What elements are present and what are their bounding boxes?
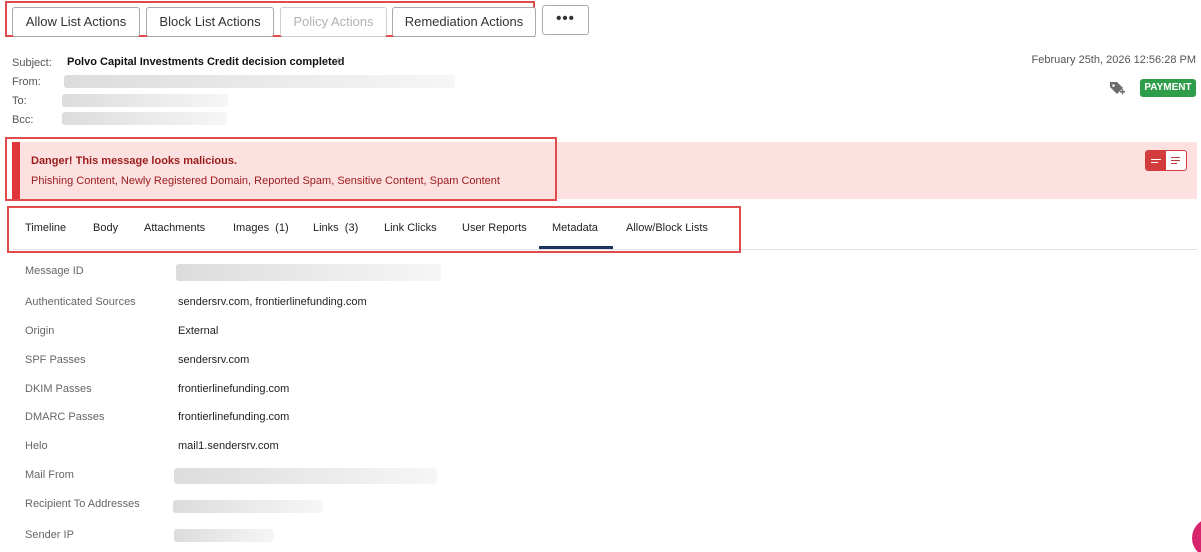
recipient-to-redacted: [173, 500, 323, 513]
received-date: February 25th, 2026 12:56:28 PM: [1031, 54, 1197, 66]
tab-link-clicks[interactable]: Link Clicks: [384, 222, 437, 234]
banner-view-toggle[interactable]: [1145, 150, 1187, 171]
dkim-label: DKIM Passes: [25, 383, 92, 395]
help-widget-button[interactable]: [1192, 518, 1201, 552]
mail-from-redacted: [174, 468, 437, 484]
tab-links[interactable]: Links (3): [313, 222, 358, 234]
origin-label: Origin: [25, 325, 55, 337]
message-id-redacted: [176, 264, 441, 281]
allow-list-actions-button[interactable]: Allow List Actions: [12, 7, 140, 37]
bcc-value-redacted: [62, 112, 227, 125]
email-detail-page: Allow List Actions Block List Actions Po…: [0, 0, 1201, 552]
subject-label: Subject:: [12, 57, 52, 69]
action-toolbar: Allow List Actions Block List Actions Po…: [5, 1, 536, 37]
spf-value: sendersrv.com: [178, 354, 250, 366]
helo-value: mail1.sendersrv.com: [178, 440, 279, 452]
bcc-label: Bcc:: [12, 114, 34, 126]
tab-metadata[interactable]: Metadata: [552, 222, 598, 234]
tab-body[interactable]: Body: [93, 222, 118, 234]
helo-label: Helo: [25, 440, 48, 452]
from-value-redacted: [64, 75, 455, 88]
sender-ip-label: Sender IP: [25, 529, 74, 541]
authenticated-sources-value: sendersrv.com, frontierlinefunding.com: [178, 296, 367, 308]
sparkle-icon[interactable]: ✧: [334, 54, 344, 68]
policy-actions-button[interactable]: Policy Actions: [280, 7, 387, 37]
add-tag-icon[interactable]: [1108, 79, 1126, 97]
tab-attachments[interactable]: Attachments: [144, 222, 205, 234]
payment-badge[interactable]: PAYMENT: [1140, 79, 1196, 97]
dkim-value: frontierlinefunding.com: [178, 383, 290, 395]
tab-allow-block-lists[interactable]: Allow/Block Lists: [626, 222, 708, 234]
from-label: From:: [12, 76, 41, 88]
subject-text: Polvo Capital Investments Credit decisio…: [67, 56, 345, 68]
compact-view-icon[interactable]: [1146, 151, 1166, 170]
tab-images[interactable]: Images (1): [233, 222, 289, 234]
to-value-redacted: [62, 94, 228, 107]
to-label: To:: [12, 95, 27, 107]
recipient-to-label: Recipient To Addresses: [25, 498, 140, 510]
danger-reasons: Phishing Content, Newly Registered Domai…: [31, 175, 500, 187]
dmarc-label: DMARC Passes: [25, 411, 105, 423]
active-tab-indicator: [539, 246, 613, 249]
danger-title: Danger! This message looks malicious.: [31, 155, 238, 167]
block-list-actions-button[interactable]: Block List Actions: [146, 7, 274, 37]
more-actions-button[interactable]: •••: [542, 5, 589, 35]
message-id-label: Message ID: [25, 265, 84, 277]
spf-label: SPF Passes: [25, 354, 86, 366]
danger-highlight-box: [5, 137, 557, 201]
authenticated-sources-label: Authenticated Sources: [25, 296, 136, 308]
sender-ip-redacted: [174, 529, 274, 542]
dmarc-value: frontierlinefunding.com: [178, 411, 290, 423]
remediation-actions-button[interactable]: Remediation Actions: [392, 7, 536, 37]
origin-value: External: [178, 325, 219, 337]
tab-timeline[interactable]: Timeline: [25, 222, 66, 234]
mail-from-label: Mail From: [25, 469, 74, 481]
tab-user-reports[interactable]: User Reports: [462, 222, 527, 234]
expanded-view-icon[interactable]: [1166, 151, 1186, 170]
